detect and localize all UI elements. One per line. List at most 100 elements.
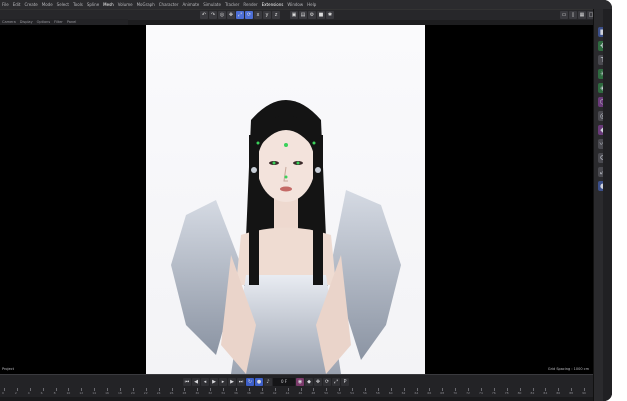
ruler-label: 32 xyxy=(208,391,213,395)
move-tool-icon[interactable]: ✥ xyxy=(227,11,235,19)
prev-frame-icon[interactable]: ◂ xyxy=(201,378,209,386)
toolbar-mode-group: ↶ ↷ ◎ ✥ ⤢ ⟳ x y z xyxy=(200,11,280,19)
menu-volume[interactable]: Volume xyxy=(118,0,133,9)
ruler-label: 44 xyxy=(285,391,290,395)
rotate-key-icon[interactable]: ⟳ xyxy=(323,378,331,386)
prev-key-icon[interactable]: ◀ xyxy=(192,378,200,386)
ruler-label: 60 xyxy=(388,391,393,395)
go-start-icon[interactable]: ⏮ xyxy=(183,378,191,386)
menu-tools[interactable]: Tools xyxy=(73,0,83,9)
scale-key-icon[interactable]: ⤢ xyxy=(332,378,340,386)
menu-create[interactable]: Create xyxy=(24,0,37,9)
ruler-label: 88 xyxy=(569,391,574,395)
menu-character[interactable]: Character xyxy=(159,0,179,9)
param-key-icon[interactable]: P xyxy=(341,378,349,386)
z-axis-icon[interactable]: z xyxy=(272,11,280,19)
ruler-label: 26 xyxy=(169,391,174,395)
ruler-label: 82 xyxy=(530,391,535,395)
menu-file[interactable]: File xyxy=(2,0,9,9)
ruler-tick xyxy=(4,388,5,391)
menubar: File Edit Create Mode Select Tools Splin… xyxy=(0,0,612,9)
ruler-label: 12 xyxy=(79,391,84,395)
current-frame-field[interactable]: 0 F xyxy=(273,378,295,386)
keyframe-icon[interactable]: ◆ xyxy=(305,378,313,386)
next-key-icon[interactable]: ▶ xyxy=(228,378,236,386)
viewport-project-label: Project xyxy=(2,367,14,371)
go-end-icon[interactable]: ⏭ xyxy=(237,378,245,386)
menu-render[interactable]: Render xyxy=(243,0,257,9)
render-settings-icon[interactable]: ⚙ xyxy=(308,11,316,19)
ruler-label: 36 xyxy=(234,391,238,395)
render-picture-icon[interactable]: ▤ xyxy=(299,11,307,19)
viewport[interactable]: Project Grid Spacing : 1000 cm xyxy=(0,25,593,374)
ruler-label: 0 xyxy=(2,391,4,395)
ruler-label: 4 xyxy=(27,391,30,395)
cube-primitive-icon[interactable]: ■ xyxy=(317,11,325,19)
scale-tool-icon[interactable]: ⤢ xyxy=(236,11,244,19)
portrait-illustration xyxy=(171,100,401,374)
sound-icon[interactable]: ♪ xyxy=(264,378,272,386)
ruler-label: 64 xyxy=(414,391,419,395)
ruler-label: 78 xyxy=(504,391,509,395)
undo-icon[interactable]: ↶ xyxy=(200,11,208,19)
redo-icon[interactable]: ↷ xyxy=(209,11,217,19)
x-axis-icon[interactable]: x xyxy=(254,11,262,19)
ruler-label: 16 xyxy=(105,391,109,395)
ruler-label: 86 xyxy=(556,391,561,395)
menu-mesh[interactable]: Mesh xyxy=(103,0,114,9)
menu-help[interactable]: Help xyxy=(307,0,316,9)
object-manager-panel xyxy=(603,9,612,401)
rotate-tool-icon[interactable]: ⟳ xyxy=(245,11,253,19)
ruler-label: 2 xyxy=(14,391,17,395)
ruler-label: 30 xyxy=(195,391,200,395)
layout-grid-icon[interactable]: ▦ xyxy=(578,11,586,19)
play-icon[interactable]: ▶ xyxy=(210,378,218,386)
grid-spacing-label: Grid Spacing : 1000 cm xyxy=(547,367,589,371)
render-view-icon[interactable]: ▣ xyxy=(290,11,298,19)
ruler-tick xyxy=(16,388,18,391)
app-window: File Edit Create Mode Select Tools Splin… xyxy=(0,0,612,401)
ruler-label: 10 xyxy=(66,391,71,395)
menu-animate[interactable]: Animate xyxy=(183,0,200,9)
ruler-label: 84 xyxy=(543,391,548,395)
menu-tracker[interactable]: Tracker xyxy=(225,0,239,9)
reference-image xyxy=(146,25,425,374)
playback-controls: ⏮ ◀ ◂ ▶ ▸ ▶ ⏭ ↻ ● ♪ 0 F ◉ ◆ ✥ ⟳ ⤢ P xyxy=(183,378,349,386)
ruler-label: 48 xyxy=(311,391,316,395)
y-axis-icon[interactable]: y xyxy=(263,11,271,19)
next-frame-icon[interactable]: ▸ xyxy=(219,378,227,386)
ruler-label: 24 xyxy=(156,391,161,395)
live-select-icon[interactable]: ◎ xyxy=(218,11,226,19)
ruler-label: 40 xyxy=(259,391,264,395)
ruler-label: 28 xyxy=(182,391,187,395)
ruler-label: 62 xyxy=(401,391,406,395)
ruler-label: 68 xyxy=(440,391,445,395)
menu-edit[interactable]: Edit xyxy=(13,0,21,9)
layout-icon[interactable]: ▭ xyxy=(560,11,568,19)
ruler-label: 74 xyxy=(478,391,483,395)
ruler-label: 38 xyxy=(246,391,251,395)
ruler-label: 22 xyxy=(143,391,148,395)
layout-split-icon[interactable]: ▯ xyxy=(569,11,577,19)
ruler-label: 14 xyxy=(92,391,97,395)
menu-select[interactable]: Select xyxy=(57,0,69,9)
ruler-label: 6 xyxy=(40,391,43,395)
ruler-label: 42 xyxy=(272,391,277,395)
menu-simulate[interactable]: Simulate xyxy=(203,0,221,9)
record-icon[interactable]: ● xyxy=(255,378,263,386)
ruler-tick xyxy=(42,388,44,391)
ruler-label: 34 xyxy=(221,391,225,395)
menu-mode[interactable]: Mode xyxy=(42,0,53,9)
timeline-scrub-bar[interactable] xyxy=(0,397,593,401)
menu-mograph[interactable]: MoGraph xyxy=(137,0,155,9)
loop-icon[interactable]: ↻ xyxy=(246,378,254,386)
move-key-icon[interactable]: ✥ xyxy=(314,378,322,386)
autokey-icon[interactable]: ◉ xyxy=(296,378,304,386)
menu-extensions[interactable]: Extensions xyxy=(262,0,284,9)
gear-icon[interactable]: ✱ xyxy=(326,11,334,19)
timeline: ⏮ ◀ ◂ ▶ ▸ ▶ ⏭ ↻ ● ♪ 0 F ◉ ◆ ✥ ⟳ ⤢ P 0246… xyxy=(0,374,593,401)
ruler-label: 90 xyxy=(582,391,586,395)
ruler-label: 20 xyxy=(130,391,135,395)
menu-window[interactable]: Window xyxy=(287,0,303,9)
menu-spline[interactable]: Spline xyxy=(87,0,99,9)
